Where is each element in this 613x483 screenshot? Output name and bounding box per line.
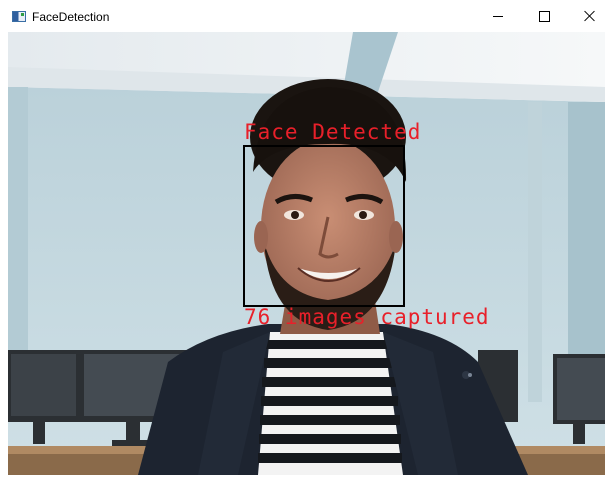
images-captured-label: 76 images captured (244, 305, 490, 329)
face-detection-box (243, 145, 405, 307)
maximize-button[interactable] (521, 0, 567, 32)
face-detection-window: FaceDetection Face Detected 76 images ca… (0, 0, 613, 483)
face-detected-label: Face Detected (244, 120, 422, 144)
window-title: FaceDetection (32, 10, 110, 24)
minimize-button[interactable] (475, 0, 521, 32)
close-button[interactable] (567, 0, 613, 32)
maximize-icon (539, 11, 550, 22)
app-window-icon (12, 11, 26, 22)
minimize-icon (493, 16, 503, 17)
close-icon (584, 10, 596, 22)
title-bar[interactable]: FaceDetection (0, 0, 613, 32)
camera-feed: Face Detected 76 images captured (8, 32, 605, 475)
